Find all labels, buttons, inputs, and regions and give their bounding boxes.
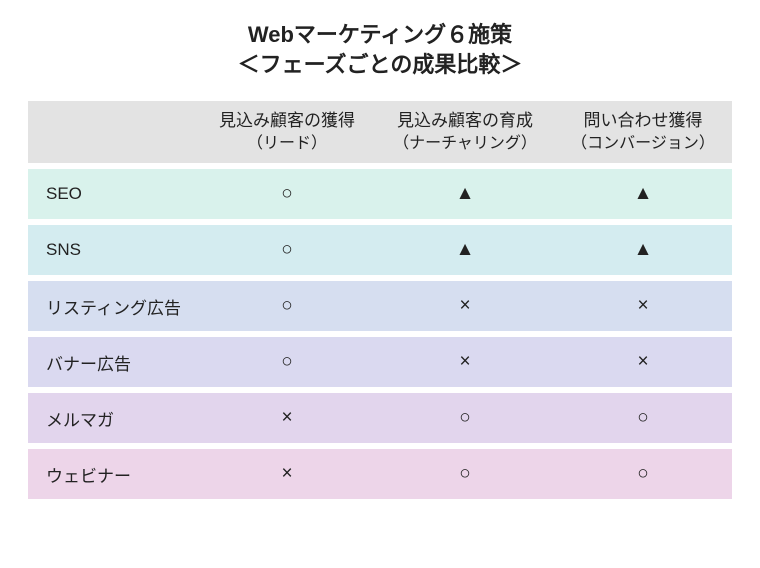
cell: ▲	[376, 225, 554, 275]
cell: ×	[198, 393, 376, 443]
row-name: バナー広告	[28, 337, 198, 387]
comparison-table: 見込み顧客の獲得 （リード） 見込み顧客の育成 （ナーチャリング） 問い合わせ獲…	[28, 95, 732, 505]
header-sub: （リード）	[198, 133, 376, 155]
cell: ×	[554, 337, 732, 387]
row-name: ウェビナー	[28, 449, 198, 499]
header-col-lead: 見込み顧客の獲得 （リード）	[198, 101, 376, 163]
row-name: メルマガ	[28, 393, 198, 443]
header-label: 見込み顧客の育成	[397, 111, 533, 130]
cell: ▲	[554, 169, 732, 219]
cell: ○	[376, 393, 554, 443]
cell: ▲	[554, 225, 732, 275]
row-name: SNS	[28, 225, 198, 275]
header-sub: （コンバージョン）	[554, 133, 732, 155]
table-row: ウェビナー × ○ ○	[28, 449, 732, 499]
title-line-2: ＜フェーズごとの成果比較＞	[28, 50, 732, 80]
cell: ○	[198, 337, 376, 387]
cell: ×	[376, 281, 554, 331]
cell: ○	[554, 393, 732, 443]
cell: ○	[554, 449, 732, 499]
header-row: 見込み顧客の獲得 （リード） 見込み顧客の育成 （ナーチャリング） 問い合わせ獲…	[28, 101, 732, 163]
header-sub: （ナーチャリング）	[376, 133, 554, 155]
row-name: リスティング広告	[28, 281, 198, 331]
cell: ×	[376, 337, 554, 387]
header-label: 見込み顧客の獲得	[219, 111, 355, 130]
row-name: SEO	[28, 169, 198, 219]
cell: ○	[198, 169, 376, 219]
table-row: バナー広告 ○ × ×	[28, 337, 732, 387]
cell: ▲	[376, 169, 554, 219]
table-row: メルマガ × ○ ○	[28, 393, 732, 443]
page-title: Webマーケティング６施策 ＜フェーズごとの成果比較＞	[28, 20, 732, 79]
header-empty	[28, 101, 198, 163]
table-row: リスティング広告 ○ × ×	[28, 281, 732, 331]
table-row: SEO ○ ▲ ▲	[28, 169, 732, 219]
cell: ○	[198, 281, 376, 331]
title-line-1: Webマーケティング６施策	[248, 22, 512, 47]
cell: ○	[198, 225, 376, 275]
table-body: SEO ○ ▲ ▲ SNS ○ ▲ ▲ リスティング広告 ○ × × バナー広告…	[28, 169, 732, 499]
table-row: SNS ○ ▲ ▲	[28, 225, 732, 275]
header-label: 問い合わせ獲得	[584, 111, 703, 130]
cell: ×	[198, 449, 376, 499]
cell: ×	[554, 281, 732, 331]
cell: ○	[376, 449, 554, 499]
header-col-conversion: 問い合わせ獲得 （コンバージョン）	[554, 101, 732, 163]
header-col-nurturing: 見込み顧客の育成 （ナーチャリング）	[376, 101, 554, 163]
